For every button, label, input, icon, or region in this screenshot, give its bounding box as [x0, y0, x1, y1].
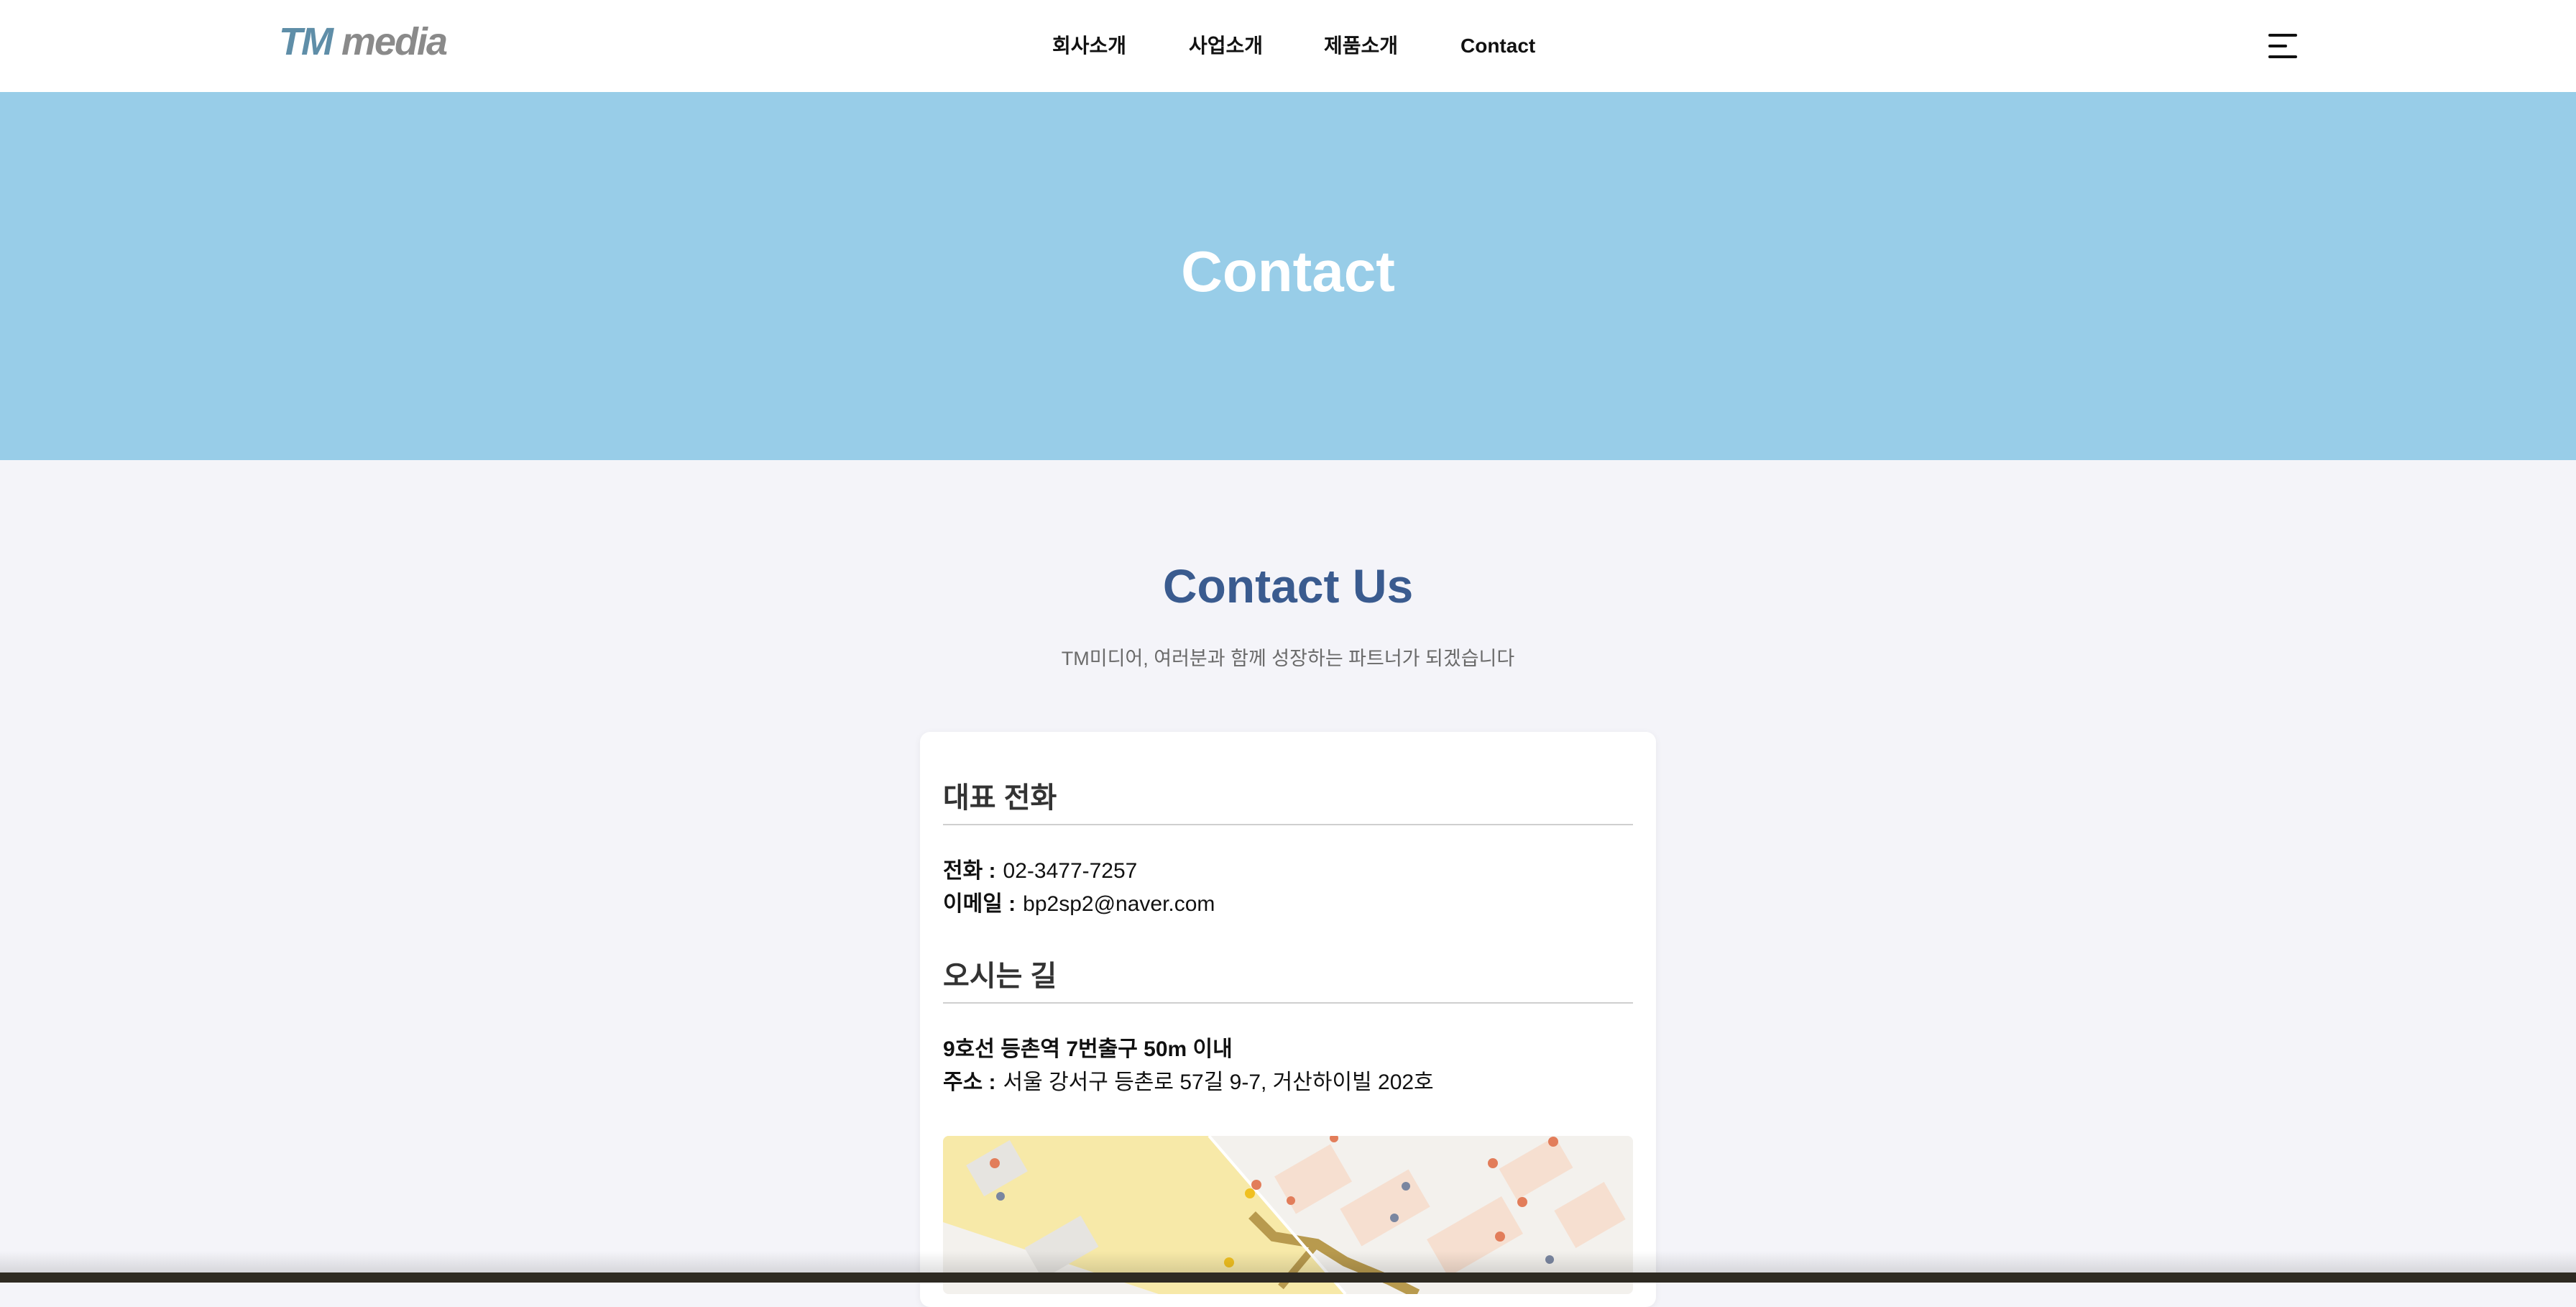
section-subtitle: TM미디어, 여러분과 함께 성장하는 파트너가 되겠습니다 — [1061, 648, 1515, 669]
phone-heading: 대표 전화 — [943, 779, 1633, 825]
hero-title: Contact — [1181, 239, 1395, 303]
bottom-shadow — [0, 1251, 2576, 1272]
site-header: TM media 회사소개 사업소개 제품소개 Contact — [0, 0, 2576, 93]
phone-label: 전화 : — [943, 859, 996, 883]
contact-card: 대표 전화 전화 : 02-3477-7257 이메일 : bp2sp2@naver… — [920, 732, 1656, 1307]
email-value[interactable]: bp2sp2@naver.com — [1023, 892, 1215, 916]
phone-value[interactable]: 02-3477-7257 — [1003, 859, 1138, 883]
email-label: 이메일 : — [943, 892, 1016, 916]
subway-info: 9호선 등촌역 7번출구 50m 이내 — [943, 1037, 1233, 1061]
nav-products[interactable]: 제품소개 — [1324, 32, 1398, 60]
directions-heading: 오시는 길 — [943, 958, 1633, 1004]
site-logo[interactable]: TM media — [279, 19, 448, 65]
hamburger-menu-icon[interactable] — [2268, 34, 2297, 58]
address-value: 서울 강서구 등촌로 57길 9-7, 거산하이빌 202호 — [1003, 1070, 1434, 1094]
bottom-edge — [0, 1272, 2576, 1283]
email-row: 이메일 : bp2sp2@naver.com — [943, 889, 1215, 920]
subway-row: 9호선 등촌역 7번출구 50m 이내 — [943, 1034, 1240, 1065]
phone-row: 전화 : 02-3477-7257 — [943, 856, 1137, 887]
address-row: 주소 : 서울 강서구 등촌로 57길 9-7, 거산하이빌 202호 — [943, 1067, 1434, 1099]
nav-business[interactable]: 사업소개 — [1189, 32, 1263, 60]
nav-company[interactable]: 회사소개 — [1052, 32, 1126, 60]
nav-contact[interactable]: Contact — [1460, 32, 1535, 60]
section-title: Contact Us — [1162, 559, 1414, 613]
hero-banner: Contact — [0, 92, 2576, 460]
logo-media: media — [341, 20, 448, 63]
address-label: 주소 : — [943, 1070, 996, 1094]
logo-tm: TM — [279, 20, 334, 63]
